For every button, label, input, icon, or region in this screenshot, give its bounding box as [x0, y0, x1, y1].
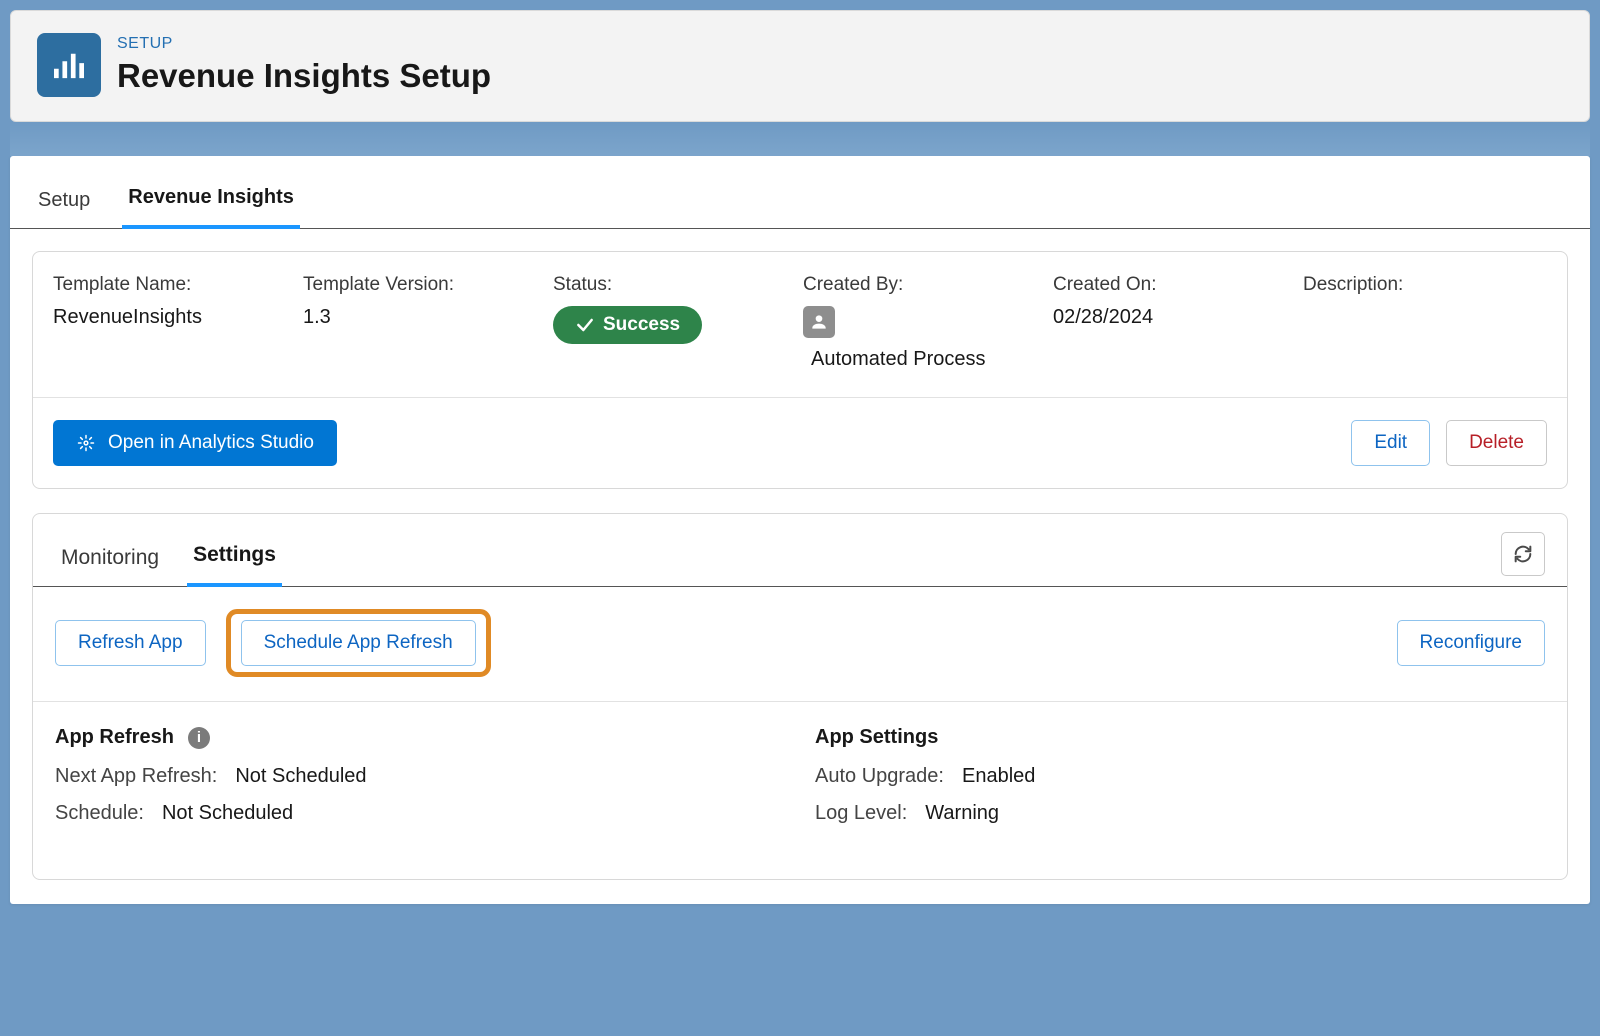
auto-upgrade-row: Auto Upgrade: Enabled	[815, 765, 1545, 788]
kv-label: Auto Upgrade:	[815, 765, 944, 788]
tab-revenue-insights[interactable]: Revenue Insights	[122, 178, 300, 229]
tabs-settings: Monitoring Settings	[33, 514, 1567, 587]
refresh-icon	[1512, 543, 1534, 565]
open-in-analytics-studio-button[interactable]: Open in Analytics Studio	[53, 420, 337, 466]
field-label: Created By:	[803, 274, 1047, 296]
section-title: App Refresh	[55, 726, 174, 749]
edit-button[interactable]: Edit	[1351, 420, 1430, 466]
field-value: RevenueInsights	[53, 306, 297, 329]
field-label: Created On:	[1053, 274, 1297, 296]
button-label: Delete	[1469, 432, 1524, 454]
field-label: Template Name:	[53, 274, 297, 296]
template-info-panel: Template Name: RevenueInsights Template …	[32, 251, 1568, 489]
highlight-schedule-app-refresh: Schedule App Refresh	[226, 609, 491, 677]
page-header-icon	[37, 33, 101, 97]
kv-label: Next App Refresh:	[55, 765, 217, 788]
tab-setup[interactable]: Setup	[32, 181, 96, 228]
template-actions-row: Open in Analytics Studio Edit Delete	[33, 398, 1567, 488]
field-label: Status:	[553, 274, 797, 296]
button-label: Edit	[1374, 432, 1407, 454]
schedule-row: Schedule: Not Scheduled	[55, 802, 785, 825]
tabs-top: Setup Revenue Insights	[10, 156, 1590, 229]
tab-settings[interactable]: Settings	[187, 535, 282, 587]
field-template-version: Template Version: 1.3	[303, 274, 547, 371]
kv-label: Schedule:	[55, 802, 144, 825]
field-value: Automated Process	[803, 348, 1047, 371]
kv-value: Enabled	[962, 765, 1035, 788]
decorative-wave-band	[10, 122, 1590, 156]
app-settings-section: App Settings Auto Upgrade: Enabled Log L…	[815, 726, 1545, 839]
field-created-on: Created On: 02/28/2024	[1053, 274, 1297, 371]
settings-panel: Monitoring Settings Refresh App Schedule…	[32, 513, 1568, 880]
kv-label: Log Level:	[815, 802, 907, 825]
button-label: Reconfigure	[1420, 632, 1522, 654]
delete-button[interactable]: Delete	[1446, 420, 1547, 466]
refresh-button[interactable]	[1501, 532, 1545, 576]
breadcrumb[interactable]: SETUP	[117, 35, 491, 53]
reconfigure-button[interactable]: Reconfigure	[1397, 620, 1545, 666]
next-app-refresh-row: Next App Refresh: Not Scheduled	[55, 765, 785, 788]
analytics-studio-icon	[76, 433, 96, 453]
field-template-name: Template Name: RevenueInsights	[53, 274, 297, 371]
field-label: Description:	[1303, 274, 1547, 296]
field-description: Description:	[1303, 274, 1547, 371]
settings-actions-row: Refresh App Schedule App Refresh Reconfi…	[33, 587, 1567, 702]
field-value: 1.3	[303, 306, 547, 329]
main-content-card: Setup Revenue Insights Template Name: Re…	[10, 156, 1590, 904]
section-title: App Settings	[815, 726, 938, 749]
button-label: Refresh App	[78, 632, 183, 654]
bar-chart-icon	[52, 50, 86, 80]
check-icon	[575, 315, 595, 335]
kv-value: Not Scheduled	[162, 802, 293, 825]
field-value: 02/28/2024	[1053, 306, 1297, 329]
app-refresh-section: App Refresh i Next App Refresh: Not Sche…	[55, 726, 785, 839]
field-label: Template Version:	[303, 274, 547, 296]
user-icon	[803, 306, 835, 338]
page-title: Revenue Insights Setup	[117, 57, 491, 95]
status-badge: Success	[553, 306, 702, 344]
refresh-app-button[interactable]: Refresh App	[55, 620, 206, 666]
tab-monitoring[interactable]: Monitoring	[55, 538, 165, 586]
field-status: Status: Success	[553, 274, 797, 371]
schedule-app-refresh-button[interactable]: Schedule App Refresh	[241, 620, 476, 666]
page-header: SETUP Revenue Insights Setup	[10, 10, 1590, 122]
field-created-by: Created By: Automated Process	[803, 274, 1047, 371]
log-level-row: Log Level: Warning	[815, 802, 1545, 825]
info-icon[interactable]: i	[188, 727, 210, 749]
button-label: Schedule App Refresh	[264, 632, 453, 654]
status-badge-text: Success	[603, 314, 680, 336]
button-label: Open in Analytics Studio	[108, 432, 314, 454]
kv-value: Not Scheduled	[235, 765, 366, 788]
kv-value: Warning	[925, 802, 999, 825]
settings-details-row: App Refresh i Next App Refresh: Not Sche…	[33, 702, 1567, 879]
